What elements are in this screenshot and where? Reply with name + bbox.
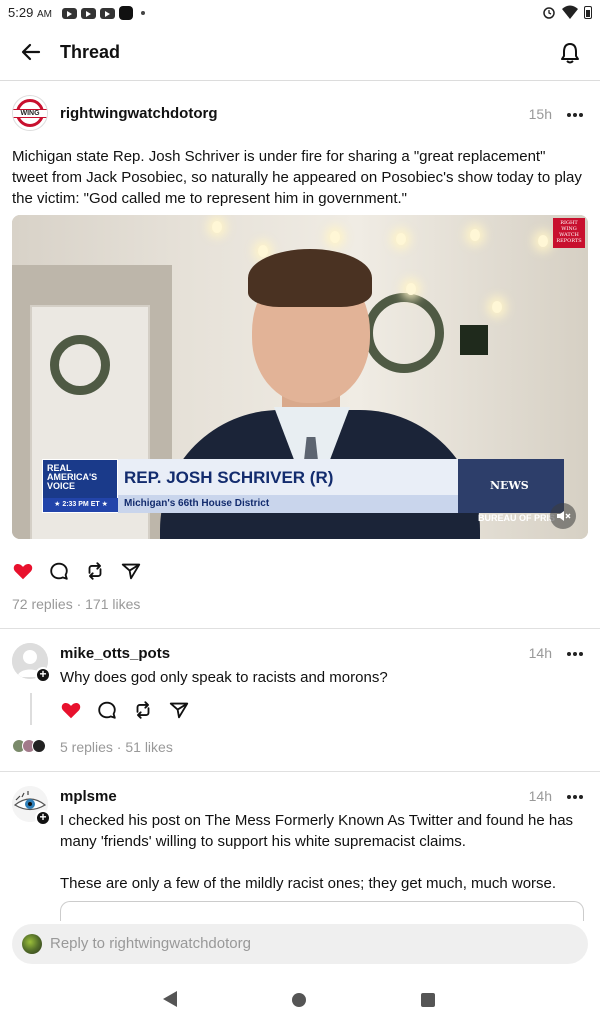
avatar-label: WING bbox=[13, 109, 47, 118]
back-button[interactable] bbox=[18, 40, 44, 66]
system-nav-bar bbox=[0, 976, 600, 1024]
video-light bbox=[538, 235, 548, 247]
bureau-text: BUREAU OF PRIS bbox=[478, 513, 556, 523]
battery-icon bbox=[584, 5, 592, 19]
more-options-button[interactable] bbox=[566, 106, 584, 124]
chyron-name-bar: REP. JOSH SCHRIVER (R) bbox=[118, 459, 458, 495]
youtube-notification-icon bbox=[81, 7, 96, 19]
heart-filled-icon[interactable] bbox=[60, 699, 82, 721]
reply-username[interactable]: mike_otts_pots bbox=[60, 645, 170, 662]
app-header: Thread bbox=[0, 26, 600, 81]
reply-actions bbox=[60, 699, 190, 721]
video-light bbox=[470, 229, 480, 241]
reply-stats[interactable]: 5 replies · 51 likes bbox=[60, 739, 173, 755]
alarm-icon bbox=[543, 7, 555, 19]
more-options-button[interactable] bbox=[566, 645, 584, 663]
threads-notification-icon bbox=[119, 6, 133, 20]
post-stats[interactable]: 72 replies · 171 likes bbox=[12, 596, 140, 612]
nav-recents-icon[interactable] bbox=[421, 993, 435, 1007]
share-icon[interactable] bbox=[120, 560, 142, 582]
video-light bbox=[492, 301, 502, 313]
chyron-name: REP. JOSH SCHRIVER (R) bbox=[124, 468, 334, 487]
repost-icon[interactable] bbox=[84, 560, 106, 582]
news-label: NEWS bbox=[490, 479, 529, 492]
nav-home-icon[interactable] bbox=[292, 993, 306, 1007]
repost-icon[interactable] bbox=[132, 699, 154, 721]
status-bar: 5:29 AM bbox=[0, 0, 600, 26]
news-graphic: NEWS bbox=[458, 459, 564, 513]
dot-icon bbox=[573, 795, 577, 799]
dot-icon bbox=[579, 795, 583, 799]
dot-icon bbox=[567, 795, 571, 799]
post-text: Michigan state Rep. Josh Schriver is und… bbox=[12, 148, 582, 207]
share-icon[interactable] bbox=[168, 699, 190, 721]
reply-input-placeholder[interactable]: Reply to rightwingwatchdotorg bbox=[50, 935, 251, 952]
divider bbox=[0, 628, 600, 629]
divider bbox=[0, 771, 600, 772]
quoted-media-card[interactable] bbox=[60, 901, 584, 921]
avatar bbox=[22, 934, 42, 954]
post-actions bbox=[12, 560, 142, 582]
video-lower-third: REAL AMERICA'S VOICE ★ 2:33 PM ET ★ REP.… bbox=[42, 459, 564, 513]
more-options-button[interactable] bbox=[566, 788, 584, 806]
reply-input-bar[interactable]: Reply to rightwingwatchdotorg bbox=[12, 924, 588, 964]
more-notifications-icon bbox=[141, 11, 145, 15]
air-time: ★ 2:33 PM ET ★ bbox=[43, 498, 119, 512]
dot-icon bbox=[567, 113, 571, 117]
reply-username[interactable]: mplsme bbox=[60, 788, 117, 805]
video-person-hair bbox=[248, 249, 372, 307]
system-icons bbox=[542, 5, 592, 19]
reply-timestamp: 14h bbox=[528, 788, 552, 804]
video-light bbox=[406, 283, 416, 295]
clock-time: 5:29 bbox=[8, 5, 34, 20]
video-player[interactable]: RIGHT WING WATCH REPORTS REAL AMERICA'S … bbox=[12, 215, 588, 539]
video-light bbox=[212, 221, 222, 233]
youtube-notification-icon bbox=[100, 7, 115, 19]
video-light bbox=[258, 245, 268, 257]
clock-ampm: AM bbox=[36, 9, 52, 20]
post-timestamp: 15h bbox=[528, 106, 552, 122]
mini-avatar bbox=[32, 739, 46, 753]
video-wreath bbox=[364, 293, 444, 373]
dot-icon bbox=[567, 652, 571, 656]
reply-timestamp: 14h bbox=[528, 645, 552, 661]
follow-button[interactable]: + bbox=[35, 667, 51, 683]
video-light bbox=[396, 233, 406, 245]
video-light bbox=[330, 231, 340, 243]
post-username[interactable]: rightwingwatchdotorg bbox=[60, 105, 217, 122]
reply-text: Why does god only speak to racists and m… bbox=[60, 669, 388, 686]
network-name: REAL AMERICA'S VOICE bbox=[47, 463, 98, 491]
comment-icon[interactable] bbox=[96, 699, 118, 721]
speaker-muted-icon bbox=[557, 511, 571, 521]
dot-icon bbox=[573, 652, 577, 656]
chyron-subtitle: Michigan's 66th House District bbox=[124, 498, 270, 509]
chyron-subtitle-bar: Michigan's 66th House District bbox=[118, 495, 458, 513]
page-title: Thread bbox=[60, 42, 121, 62]
dot-icon bbox=[579, 113, 583, 117]
mute-button[interactable] bbox=[550, 503, 576, 529]
watermark-badge: RIGHT WING WATCH REPORTS bbox=[553, 218, 585, 248]
arrow-left-icon bbox=[21, 43, 41, 61]
reply-text-paragraph: These are only a few of the mildly racis… bbox=[60, 875, 557, 892]
reply-avatars bbox=[12, 739, 52, 755]
dot-icon bbox=[579, 652, 583, 656]
follow-button[interactable]: + bbox=[35, 810, 51, 826]
video-plant bbox=[460, 325, 488, 355]
bell-icon bbox=[561, 43, 579, 64]
dot-icon bbox=[573, 113, 577, 117]
heart-filled-icon[interactable] bbox=[12, 560, 34, 582]
youtube-notification-icon bbox=[62, 7, 77, 19]
notification-icons bbox=[62, 6, 145, 20]
avatar[interactable]: WING bbox=[12, 95, 48, 131]
network-logo: REAL AMERICA'S VOICE ★ 2:33 PM ET ★ bbox=[42, 459, 119, 513]
status-time: 5:29 AM bbox=[8, 5, 52, 20]
notifications-button[interactable] bbox=[556, 39, 584, 67]
reply-text: I checked his post on The Mess Formerly … bbox=[60, 812, 574, 850]
thread-line bbox=[30, 693, 32, 725]
wifi-icon bbox=[562, 5, 578, 19]
video-wreath bbox=[50, 335, 110, 395]
air-time-text: 2:33 PM ET bbox=[62, 501, 100, 508]
nav-back-icon[interactable] bbox=[163, 991, 177, 1007]
comment-icon[interactable] bbox=[48, 560, 70, 582]
